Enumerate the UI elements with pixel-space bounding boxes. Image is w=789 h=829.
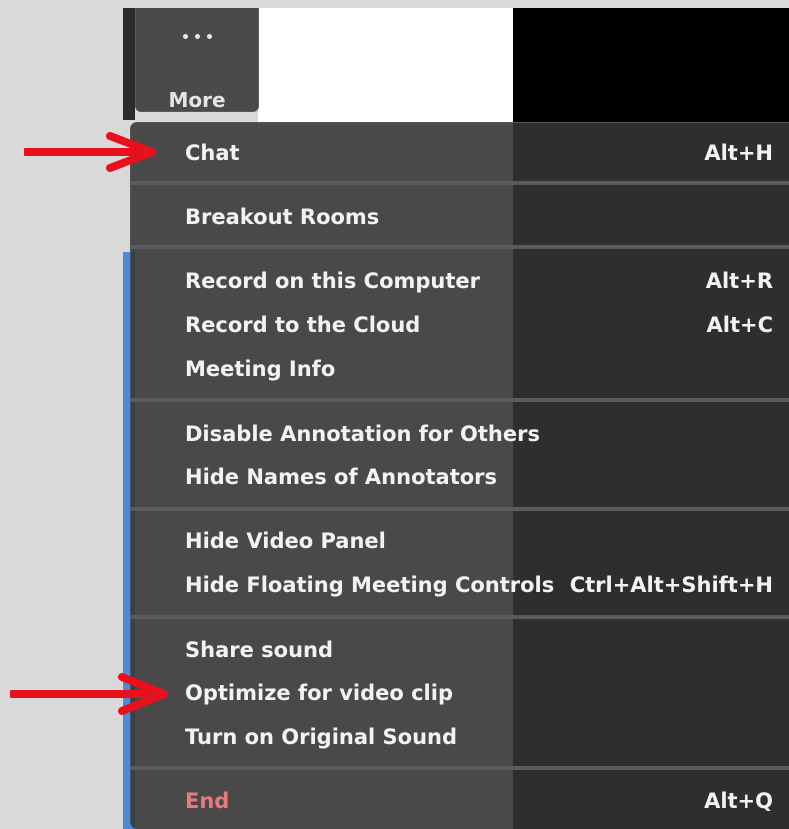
menu-item-label: Chat — [185, 141, 240, 165]
menu-separator — [131, 615, 789, 619]
annotation-arrow-icon — [10, 673, 168, 715]
menu-item-label: Meeting Info — [185, 357, 336, 381]
menu-item-hide-floating-controls[interactable]: Hide Floating Meeting Controls Ctrl+Alt+… — [131, 566, 789, 606]
background-toolbar-edge — [123, 8, 135, 120]
menu-item-share-sound[interactable]: Share sound — [131, 631, 789, 671]
menu-item-shortcut: Alt+C — [706, 313, 774, 337]
more-button-label: More — [168, 88, 226, 112]
background-white-region — [258, 8, 514, 126]
annotation-arrow-icon — [24, 132, 156, 172]
menu-item-label: Turn on Original Sound — [185, 725, 458, 749]
more-dots-icon — [136, 34, 258, 50]
menu-item-optimize-video-clip[interactable]: Optimize for video clip — [131, 674, 789, 714]
menu-item-original-sound[interactable]: Turn on Original Sound — [131, 718, 789, 758]
menu-item-label: Optimize for video clip — [185, 681, 453, 705]
menu-item-breakout-rooms[interactable]: Breakout Rooms — [131, 198, 789, 238]
menu-separator — [131, 245, 789, 249]
menu-item-label: End — [185, 789, 230, 813]
menu-item-end[interactable]: End Alt+Q — [131, 782, 789, 822]
more-button[interactable]: More — [135, 8, 259, 112]
menu-item-label: Record on this Computer — [185, 269, 481, 293]
menu-separator — [131, 507, 789, 511]
menu-item-label: Hide Video Panel — [185, 529, 386, 553]
menu-separator — [131, 398, 789, 402]
more-menu: Chat Alt+H Breakout Rooms Record on this… — [130, 122, 789, 829]
menu-separator — [131, 181, 789, 185]
menu-item-disable-annotation[interactable]: Disable Annotation for Others — [131, 415, 789, 455]
menu-item-shortcut: Alt+H — [704, 141, 773, 165]
menu-item-label: Record to the Cloud — [185, 313, 421, 337]
menu-item-hide-video-panel[interactable]: Hide Video Panel — [131, 522, 789, 562]
menu-item-label: Hide Floating Meeting Controls — [185, 573, 555, 597]
menu-item-label: Hide Names of Annotators — [185, 465, 498, 489]
menu-item-label: Share sound — [185, 638, 334, 662]
menu-item-record-computer[interactable]: Record on this Computer Alt+R — [131, 262, 789, 302]
menu-item-label: Disable Annotation for Others — [185, 422, 540, 446]
menu-item-shortcut: Alt+R — [705, 269, 773, 293]
menu-item-chat[interactable]: Chat Alt+H — [131, 134, 789, 174]
menu-item-label: Breakout Rooms — [185, 205, 380, 229]
menu-item-record-cloud[interactable]: Record to the Cloud Alt+C — [131, 306, 789, 346]
menu-separator — [131, 766, 789, 770]
menu-item-shortcut: Alt+Q — [704, 789, 773, 813]
menu-item-hide-annotator-names[interactable]: Hide Names of Annotators — [131, 458, 789, 498]
menu-item-meeting-info[interactable]: Meeting Info — [131, 350, 789, 390]
menu-item-shortcut: Ctrl+Alt+Shift+H — [569, 573, 773, 597]
